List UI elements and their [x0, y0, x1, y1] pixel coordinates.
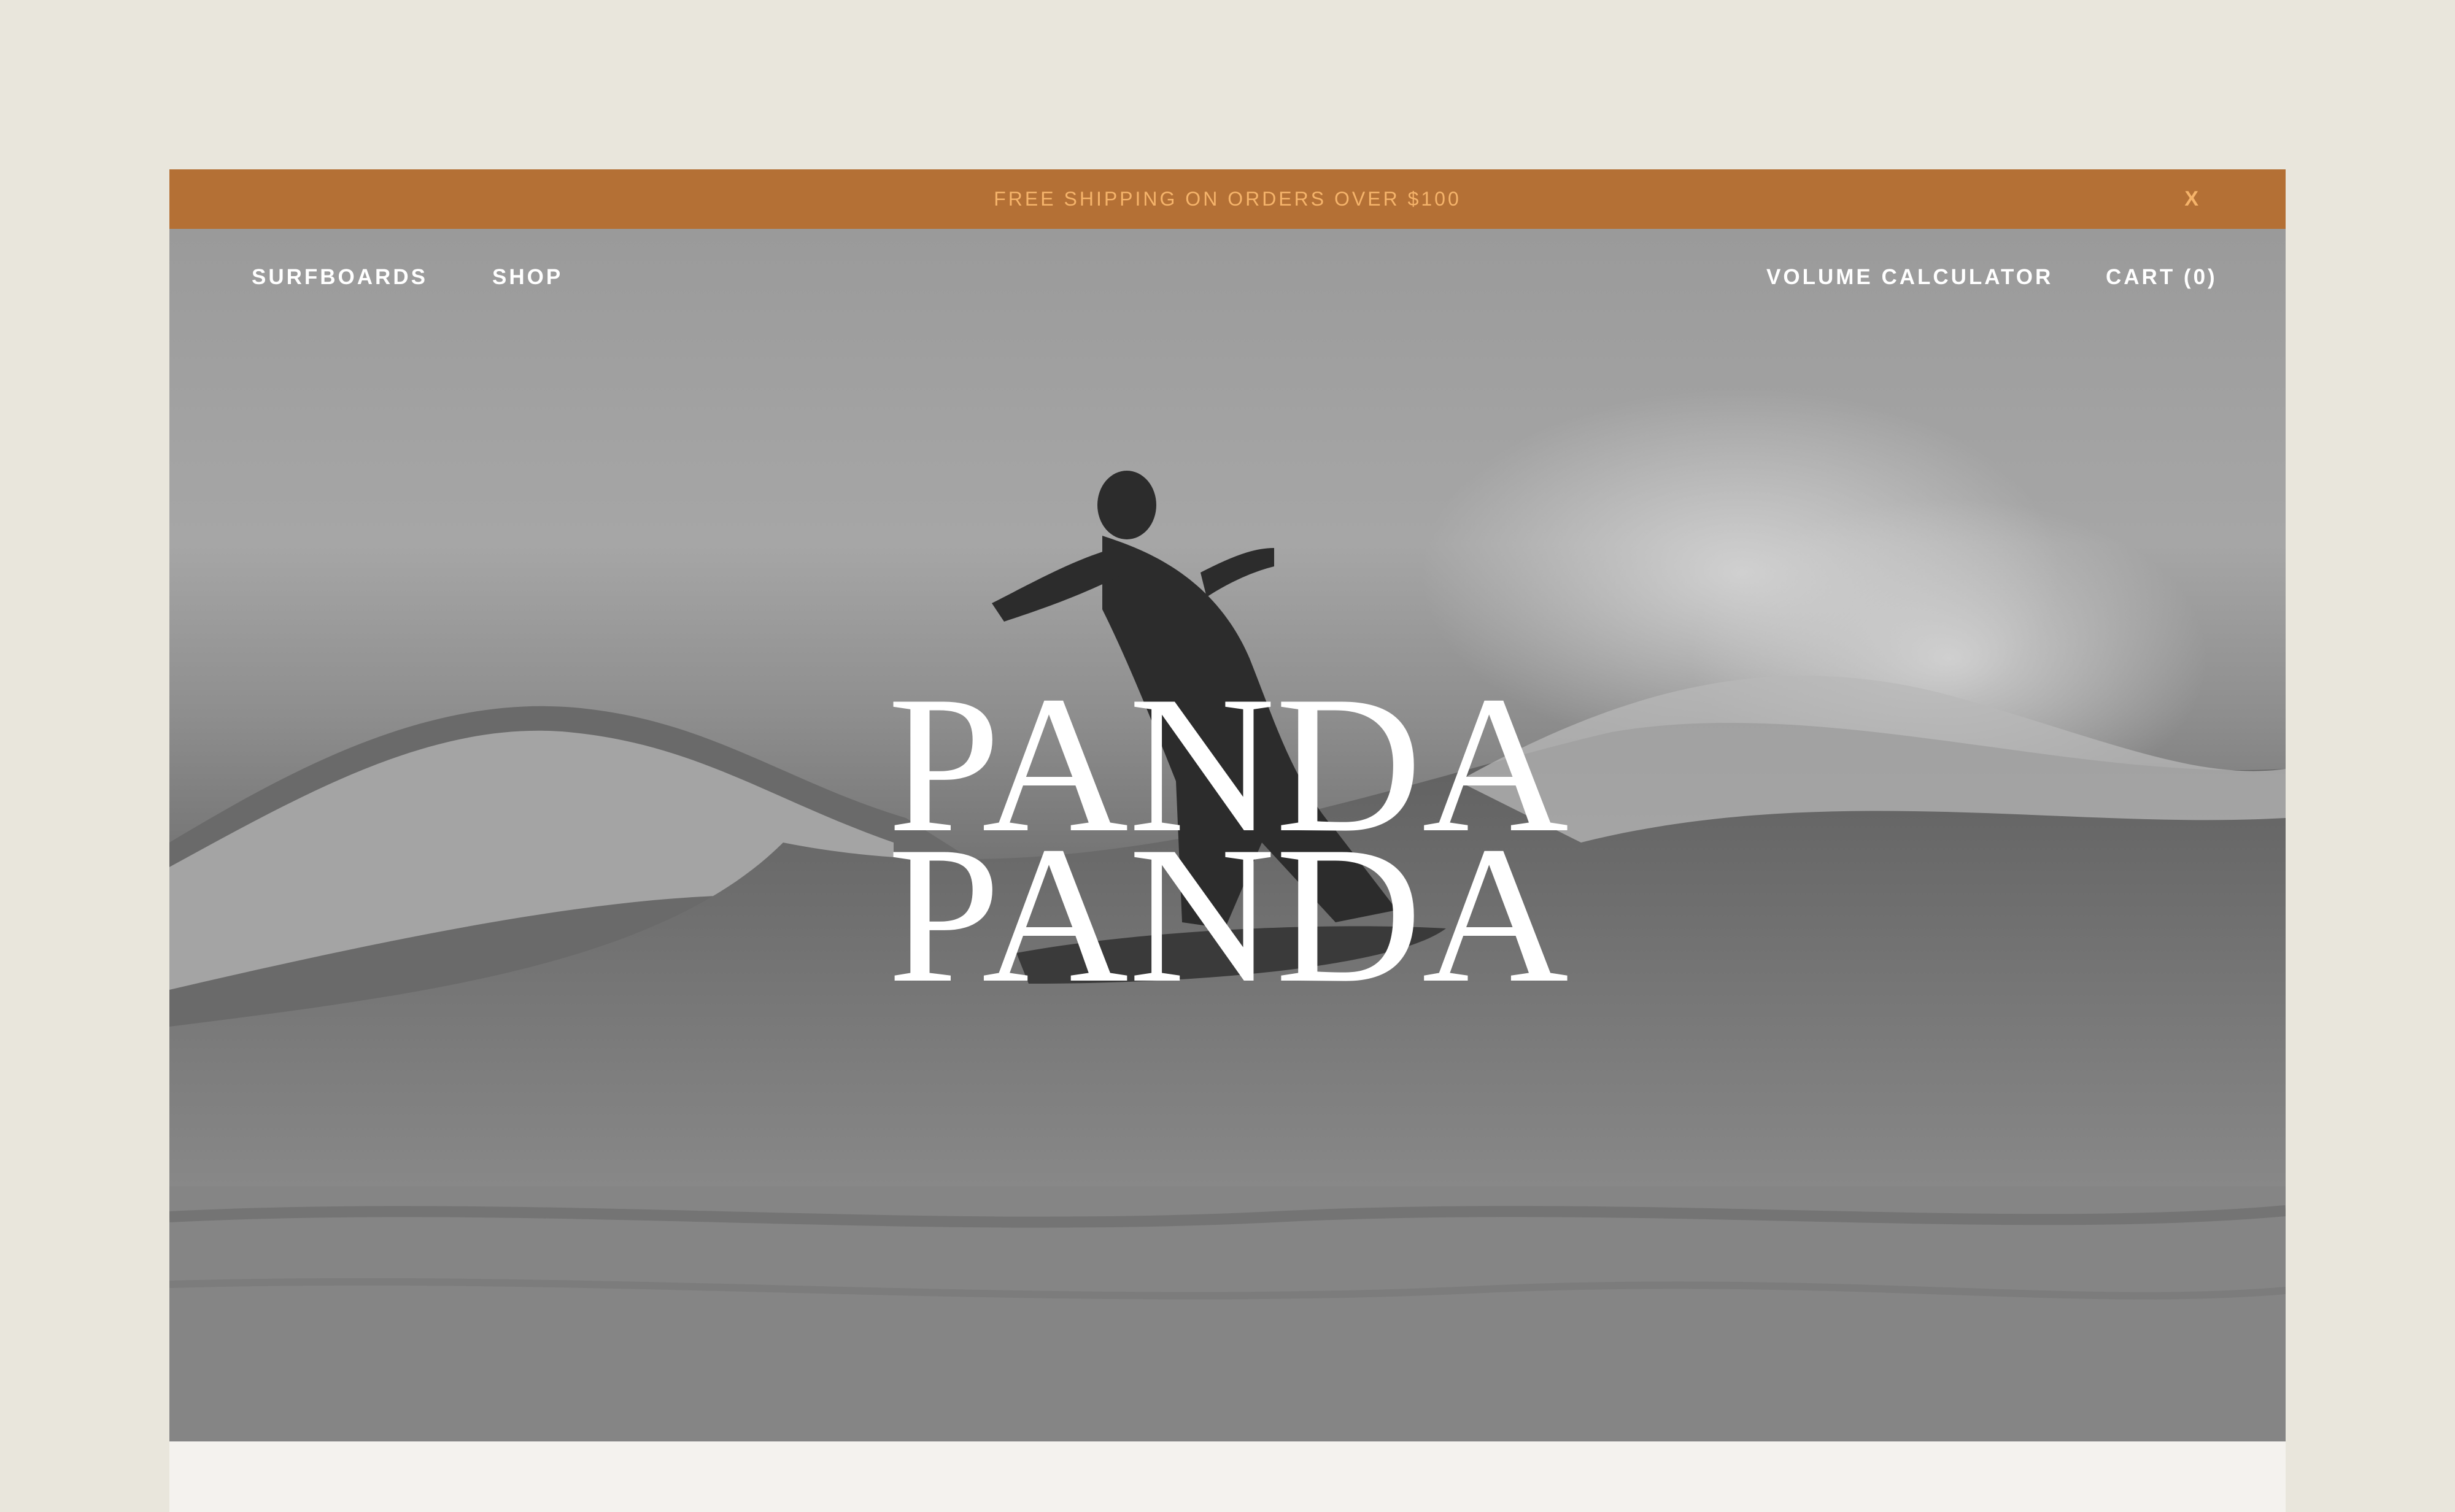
- logo-text-bottom: PANDA: [887, 806, 1569, 990]
- announcement-text: FREE SHIPPING ON ORDERS OVER $100: [994, 188, 1461, 210]
- announcement-bar: FREE SHIPPING ON ORDERS OVER $100 X: [169, 169, 2286, 229]
- nav-surfboards[interactable]: SURFBOARDS: [252, 265, 428, 290]
- site-frame: FREE SHIPPING ON ORDERS OVER $100 X SURF…: [169, 169, 2286, 1512]
- nav-shop[interactable]: SHOP: [492, 265, 563, 290]
- hero-banner: SURFBOARDS SHOP VOLUME CALCULATOR CART (…: [169, 229, 2286, 1441]
- nav-volume-calculator[interactable]: VOLUME CALCULATOR: [1766, 265, 2053, 290]
- announcement-close-button[interactable]: X: [2184, 169, 2198, 229]
- nav-cart[interactable]: CART (0): [2106, 265, 2217, 290]
- panda-logo[interactable]: PANDA PANDA: [878, 683, 1578, 990]
- content-section: [169, 1441, 2286, 1512]
